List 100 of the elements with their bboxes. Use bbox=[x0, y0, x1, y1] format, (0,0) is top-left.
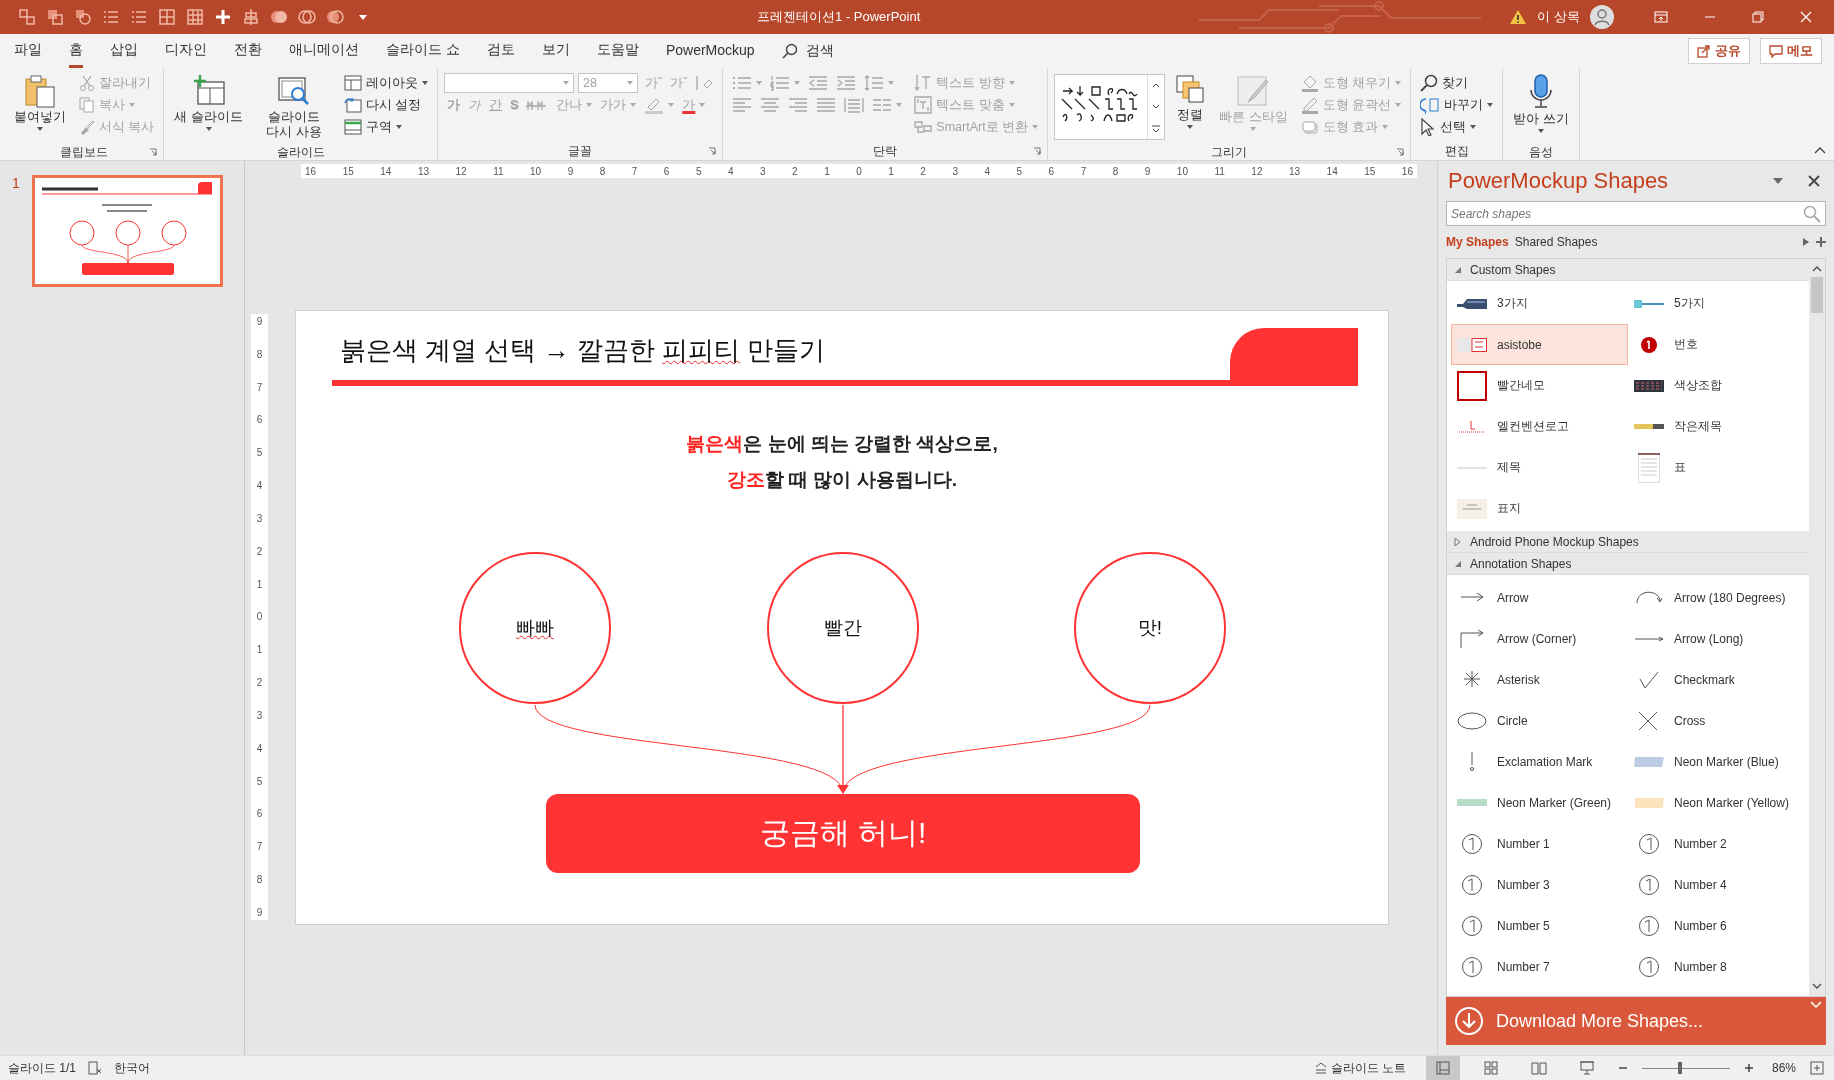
shape-item[interactable]: 표 bbox=[1628, 447, 1805, 488]
merge-icon[interactable] bbox=[326, 8, 344, 26]
menu-tab[interactable]: PowerMockup bbox=[665, 35, 755, 67]
fit-slide-icon[interactable] bbox=[1810, 1061, 1824, 1075]
merge-icon[interactable] bbox=[270, 8, 288, 26]
scroll-up-icon[interactable] bbox=[1812, 265, 1822, 273]
panel-tab[interactable]: Shared Shapes bbox=[1514, 235, 1598, 249]
slide-thumbnail[interactable] bbox=[31, 175, 223, 287]
shape-item[interactable]: Asterisk bbox=[1451, 659, 1628, 700]
memo-button[interactable]: 메모 bbox=[1760, 38, 1822, 64]
zoom-in-icon[interactable] bbox=[1743, 1063, 1754, 1073]
layers-icon[interactable] bbox=[46, 8, 64, 26]
ribbon-button[interactable]: 레이아웃 bbox=[340, 72, 431, 94]
shape-item[interactable]: 제목 bbox=[1451, 447, 1628, 488]
shapes-gallery[interactable] bbox=[1054, 74, 1166, 140]
shape-item[interactable]: 3가지 bbox=[1451, 283, 1628, 324]
ribbon-display-icon[interactable] bbox=[1654, 11, 1668, 23]
scroll-down-icon[interactable] bbox=[1812, 982, 1822, 990]
table-icon[interactable] bbox=[186, 8, 204, 26]
shape-item[interactable]: Arrow (Corner) bbox=[1451, 618, 1628, 659]
ribbon-button[interactable]: 정렬 bbox=[1171, 72, 1210, 144]
shape-item[interactable]: Number 2 bbox=[1628, 823, 1805, 864]
shape-item[interactable]: Circle bbox=[1451, 700, 1628, 741]
menu-tab[interactable]: 도움말 bbox=[596, 34, 639, 68]
dropdown-icon[interactable] bbox=[1772, 177, 1784, 185]
more-icon[interactable] bbox=[1150, 123, 1163, 135]
shape-item[interactable]: 번호 bbox=[1628, 324, 1805, 365]
shapes-icon[interactable] bbox=[18, 8, 36, 26]
dialog-launcher-icon[interactable] bbox=[1396, 148, 1405, 156]
collapse-ribbon-icon[interactable] bbox=[1814, 146, 1826, 154]
section-header[interactable]: Custom Shapes bbox=[1447, 259, 1809, 281]
ribbon-button[interactable]: 새 슬라이드 bbox=[170, 72, 247, 144]
shape-item[interactable]: Number 4 bbox=[1628, 864, 1805, 905]
avatar-icon[interactable] bbox=[1590, 5, 1614, 29]
shape-item[interactable]: Number 8 bbox=[1628, 946, 1805, 987]
shape-item[interactable]: 빨간네모 bbox=[1451, 365, 1628, 406]
dialog-launcher-icon[interactable] bbox=[1033, 147, 1042, 155]
ribbon-button[interactable]: 찾기 bbox=[1417, 72, 1472, 94]
search-icon[interactable] bbox=[1803, 205, 1821, 223]
language-label[interactable]: 한국어 bbox=[114, 1059, 150, 1077]
menu-tab[interactable]: 슬라이드 쇼 bbox=[386, 34, 460, 68]
shape-item[interactable]: 5가지 bbox=[1628, 283, 1805, 324]
section-header[interactable]: Annotation Shapes bbox=[1447, 553, 1809, 575]
shape-item[interactable]: 작은제목 bbox=[1628, 406, 1805, 447]
shape-item[interactable]: Cross bbox=[1628, 700, 1805, 741]
expand-icon[interactable] bbox=[1802, 237, 1810, 247]
spellcheck-icon[interactable] bbox=[88, 1061, 102, 1075]
plus-icon[interactable] bbox=[214, 8, 232, 26]
user-name[interactable]: 이 상목 bbox=[1537, 8, 1580, 26]
zoom-level[interactable]: 86% bbox=[1771, 1061, 1796, 1075]
shape-item[interactable]: Number 5 bbox=[1451, 905, 1628, 946]
shape-item[interactable]: Number 7 bbox=[1451, 946, 1628, 987]
menu-tab[interactable]: 보기 bbox=[541, 34, 570, 68]
view-button[interactable] bbox=[1425, 1056, 1460, 1080]
dialog-launcher-icon[interactable] bbox=[708, 147, 717, 155]
menu-tab[interactable]: 삽입 bbox=[110, 34, 138, 68]
close-icon[interactable] bbox=[1808, 175, 1820, 187]
scrollbar[interactable] bbox=[1809, 259, 1825, 996]
search-button[interactable]: 검색 bbox=[781, 42, 834, 60]
ribbon-button[interactable]: 받아 쓰기 bbox=[1509, 72, 1573, 144]
shape-item[interactable]: Number 3 bbox=[1451, 864, 1628, 905]
shape-item[interactable]: asistobe bbox=[1451, 324, 1628, 365]
shape-item[interactable]: Neon Marker (Yellow) bbox=[1628, 782, 1805, 823]
shape-item[interactable]: Neon Marker (Green) bbox=[1451, 782, 1628, 823]
shape-item[interactable]: Checkmark bbox=[1628, 659, 1805, 700]
ribbon-button[interactable]: 구역 bbox=[340, 116, 405, 138]
shape-item[interactable]: Number 1 bbox=[1451, 823, 1628, 864]
section-header[interactable]: Android Phone Mockup Shapes bbox=[1447, 531, 1809, 553]
menu-tab[interactable]: 애니메이션 bbox=[289, 34, 359, 68]
menu-tab[interactable]: 파일 bbox=[14, 34, 42, 68]
shape-item[interactable]: Neon Marker (Blue) bbox=[1628, 741, 1805, 782]
shape-item[interactable]: 엘컨벤션로고 bbox=[1451, 406, 1628, 447]
search-field[interactable]: Search shapes bbox=[1446, 201, 1826, 226]
menu-tab[interactable]: 디자인 bbox=[165, 34, 207, 68]
panel-tab[interactable]: My Shapes bbox=[1446, 235, 1509, 249]
ribbon-button[interactable]: 선택 bbox=[1417, 116, 1480, 138]
merge-icon[interactable] bbox=[298, 8, 316, 26]
shape-item[interactable]: Arrow (Long) bbox=[1628, 618, 1805, 659]
table-icon[interactable] bbox=[158, 8, 176, 26]
ribbon-button[interactable]: 붙여넣기 bbox=[10, 72, 70, 144]
notes-button[interactable]: 슬라이드 노트 bbox=[1308, 1058, 1412, 1078]
ribbon-button[interactable]: 다시 설정 bbox=[340, 94, 425, 116]
align-icon[interactable] bbox=[242, 8, 260, 26]
shape-item[interactable]: Arrow (180 Degrees) bbox=[1628, 577, 1805, 618]
shape-item[interactable]: Exclamation Mark bbox=[1451, 741, 1628, 782]
shape-item[interactable]: 표지 bbox=[1451, 488, 1628, 529]
shape-item[interactable]: Number 6 bbox=[1628, 905, 1805, 946]
add-icon[interactable] bbox=[1816, 237, 1826, 247]
download-button[interactable]: Download More Shapes... bbox=[1446, 997, 1826, 1045]
scroll-thumb[interactable] bbox=[1811, 277, 1823, 313]
list-icon[interactable] bbox=[102, 8, 120, 26]
circles-icon[interactable] bbox=[74, 8, 92, 26]
slider-thumb[interactable] bbox=[1677, 1062, 1682, 1074]
share-button[interactable]: 공유 bbox=[1688, 38, 1750, 64]
dialog-launcher-icon[interactable] bbox=[149, 148, 158, 156]
shape-item[interactable]: Arrow bbox=[1451, 577, 1628, 618]
ribbon-button[interactable]: 슬라이드 다시 사용 bbox=[252, 72, 335, 144]
restore-icon[interactable] bbox=[1752, 11, 1764, 23]
menu-tab[interactable]: 전환 bbox=[234, 34, 262, 68]
ribbon-button[interactable]: 바꾸기 bbox=[1417, 94, 1497, 116]
